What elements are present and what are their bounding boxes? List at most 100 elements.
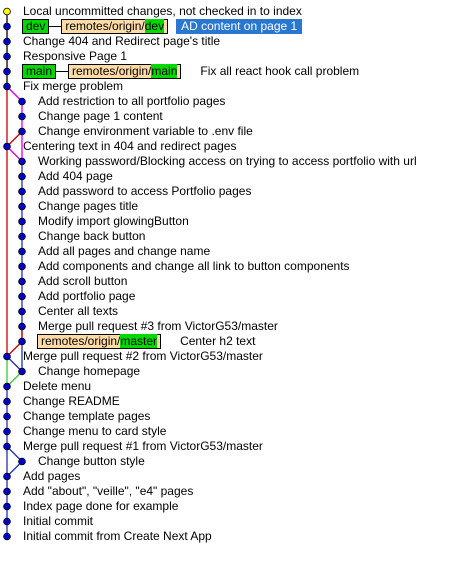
commit-node[interactable] <box>3 442 11 451</box>
commit-row[interactable]: Add restriction to all portfolio pages <box>37 94 226 109</box>
commit-row[interactable]: Add pages <box>22 469 81 484</box>
commit-node[interactable] <box>18 127 26 136</box>
commit-node[interactable] <box>3 37 11 46</box>
commit-node[interactable] <box>3 67 11 76</box>
commit-row[interactable]: Add "about", "veille", "e4" pages <box>22 484 194 499</box>
commit-message: Initial commit from Create Next App <box>23 529 212 543</box>
commit-node[interactable] <box>3 502 11 511</box>
commit-message: Add pages <box>23 469 81 483</box>
commit-row[interactable]: Change 404 and Redirect page's title <box>22 34 221 49</box>
commit-message: Centering text in 404 and redirect pages <box>23 139 237 153</box>
remote-prefix: remotes/origin/ <box>41 334 121 348</box>
commit-row[interactable]: Change button style <box>37 454 146 469</box>
commit-message: Merge pull request #3 from VictorG53/mas… <box>38 319 278 333</box>
commit-node[interactable] <box>3 397 11 406</box>
commit-message: Add "about", "veille", "e4" pages <box>23 484 194 498</box>
ref-connector <box>49 26 62 27</box>
commit-node[interactable] <box>18 262 26 271</box>
commit-message: Center all texts <box>38 304 119 318</box>
commit-message: Modify import glowingButton <box>38 214 189 228</box>
commit-node[interactable] <box>3 427 11 436</box>
commit-row[interactable]: Modify import glowingButton <box>37 214 190 229</box>
local-branch-label[interactable]: main <box>22 64 57 79</box>
commit-node[interactable] <box>3 487 11 496</box>
commit-row[interactable]: Merge pull request #3 from VictorG53/mas… <box>37 319 279 334</box>
commit-row[interactable]: Initial commit from Create Next App <box>22 529 213 544</box>
commit-node[interactable] <box>3 142 11 151</box>
commit-row[interactable]: Responsive Page 1 <box>22 49 128 64</box>
commit-node[interactable] <box>18 157 26 166</box>
commit-message: Change template pages <box>23 409 151 423</box>
commit-node[interactable] <box>18 307 26 316</box>
commit-node[interactable] <box>3 532 11 541</box>
commit-node[interactable] <box>18 337 26 346</box>
commit-node[interactable] <box>18 112 26 121</box>
commit-row[interactable]: Delete menu <box>22 379 92 394</box>
commit-node[interactable] <box>18 202 26 211</box>
commit-node[interactable] <box>18 232 26 241</box>
commit-node[interactable] <box>3 22 11 31</box>
uncommitted-node[interactable] <box>3 7 11 16</box>
commit-node[interactable] <box>3 382 11 391</box>
commit-node[interactable] <box>3 517 11 526</box>
commit-message: Add 404 page <box>38 169 113 183</box>
local-branch-label[interactable]: dev <box>22 19 50 34</box>
commit-row[interactable]: Add password to access Portfolio pages <box>37 184 252 199</box>
commit-row[interactable]: Merge pull request #1 from VictorG53/mas… <box>22 439 264 454</box>
commit-node[interactable] <box>18 457 26 466</box>
commit-row[interactable]: Fix merge problem <box>22 79 124 94</box>
commit-row[interactable]: Change README <box>22 394 121 409</box>
commit-row[interactable]: Center all texts <box>37 304 119 319</box>
commit-message: Fix merge problem <box>23 79 124 93</box>
commit-message: Add portfolio page <box>38 289 136 303</box>
commit-row[interactable]: Change homepage <box>37 364 141 379</box>
commit-message: Add components and change all link to bu… <box>38 259 350 273</box>
commit-message: Responsive Page 1 <box>23 49 128 63</box>
commit-node[interactable] <box>18 247 26 256</box>
commit-row[interactable]: Index page done for example <box>22 499 179 514</box>
commit-node[interactable] <box>18 187 26 196</box>
commit-node[interactable] <box>3 352 11 361</box>
commit-node[interactable] <box>18 277 26 286</box>
commit-row[interactable]: Working password/Blocking access on tryi… <box>37 154 418 169</box>
commit-row[interactable]: Change template pages <box>22 409 151 424</box>
remote-branch-label[interactable]: remotes/origin/dev <box>61 19 169 34</box>
commit-node[interactable] <box>3 412 11 421</box>
commit-row[interactable]: dev remotes/origin/dev AD content on page … <box>22 19 303 34</box>
commit-message: Change README <box>23 394 120 408</box>
remote-branch-name: master <box>120 334 158 348</box>
commit-row[interactable]: Change environment variable to .env file <box>37 124 254 139</box>
ref-connector <box>56 71 69 72</box>
commit-node[interactable] <box>18 97 26 106</box>
commit-node[interactable] <box>18 292 26 301</box>
commit-node[interactable] <box>3 52 11 61</box>
remote-branch-name: main <box>151 64 178 78</box>
commit-message: Change 404 and Redirect page's title <box>23 34 221 48</box>
commit-node[interactable] <box>18 322 26 331</box>
commit-node[interactable] <box>3 82 11 91</box>
commit-node[interactable] <box>18 172 26 181</box>
commit-row[interactable]: Change menu to card style <box>22 424 167 439</box>
commit-row[interactable]: Add 404 page <box>37 169 114 184</box>
commit-row[interactable]: Centering text in 404 and redirect pages <box>22 139 237 154</box>
remote-branch-label[interactable]: remotes/origin/main <box>68 64 182 79</box>
commit-row[interactable]: Add all pages and change name <box>37 244 211 259</box>
commit-row[interactable]: Add components and change all link to bu… <box>37 259 351 274</box>
commit-message: Local uncommitted changes, not checked i… <box>23 4 302 18</box>
commit-node[interactable] <box>3 472 11 481</box>
commit-node[interactable] <box>18 217 26 226</box>
commit-row[interactable]: Add scroll button <box>37 274 128 289</box>
commit-row[interactable]: Change back button <box>37 229 146 244</box>
commit-row[interactable]: Local uncommitted changes, not checked i… <box>22 4 303 19</box>
commit-row[interactable]: Merge pull request #2 from VictorG53/mas… <box>22 349 264 364</box>
commit-node[interactable] <box>18 367 26 376</box>
commit-row[interactable]: main remotes/origin/main Fix all react hoo… <box>22 64 360 79</box>
remote-branch-label[interactable]: remotes/origin/master <box>37 334 162 349</box>
commit-row[interactable]: Change pages title <box>37 199 139 214</box>
commit-row[interactable]: Change page 1 content <box>37 109 164 124</box>
commit-row[interactable]: Initial commit <box>22 514 94 529</box>
remote-branch-name: dev <box>144 19 165 33</box>
commit-row[interactable]: remotes/origin/master Center h2 text <box>37 334 256 349</box>
commit-message: Add restriction to all portfolio pages <box>38 94 226 108</box>
commit-row[interactable]: Add portfolio page <box>37 289 136 304</box>
